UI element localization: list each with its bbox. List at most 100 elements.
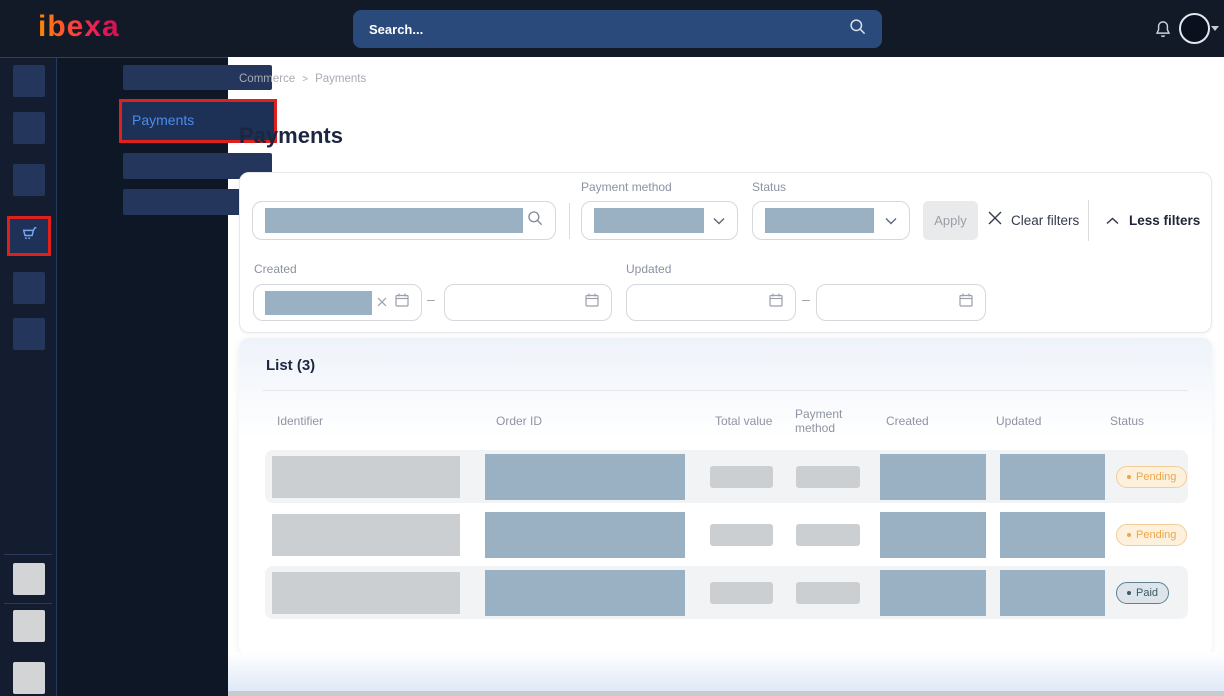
redacted-order-id-cell	[485, 570, 685, 616]
search-icon	[527, 210, 543, 231]
redacted-payment-method-value	[594, 208, 704, 233]
updated-from-date-input[interactable]	[626, 284, 796, 321]
global-search-input[interactable]: Search...	[353, 10, 882, 48]
column-header-created: Created	[886, 414, 929, 428]
top-bar: ibexa Search...	[0, 0, 1224, 57]
breadcrumb-commerce[interactable]: Commerce	[239, 73, 295, 85]
table-row[interactable]: Paid	[265, 566, 1188, 619]
less-filters-button[interactable]: Less filters	[1106, 201, 1200, 240]
redacted-updated-cell	[1000, 512, 1105, 558]
close-icon	[988, 211, 1002, 230]
filter-search-input[interactable]	[252, 201, 556, 240]
clear-filters-label: Clear filters	[1011, 213, 1079, 228]
sidebar-menu-panel: Payments	[57, 57, 228, 696]
rail-item-3[interactable]	[13, 164, 45, 196]
filters-panel: Payment method Status Apply	[239, 172, 1212, 333]
status-select[interactable]	[752, 201, 910, 240]
status-dot-icon	[1127, 591, 1131, 595]
status-dot-icon	[1127, 533, 1131, 537]
app-window: ibexa Search...	[0, 0, 1224, 696]
user-avatar[interactable]	[1179, 13, 1210, 44]
filter-divider	[1088, 200, 1089, 241]
rail-item-6[interactable]	[13, 318, 45, 350]
column-header-total-value: Total value	[715, 414, 772, 428]
column-header-updated: Updated	[996, 414, 1041, 428]
ibexa-logo: ibexa	[38, 10, 120, 44]
calendar-icon[interactable]	[958, 292, 974, 313]
status-badge: Pending	[1116, 524, 1187, 546]
status-badge: Pending	[1116, 466, 1187, 488]
redacted-payment-method-cell	[796, 466, 860, 488]
redacted-updated-cell	[1000, 454, 1105, 500]
status-dot-icon	[1127, 475, 1131, 479]
redacted-payment-method-cell	[796, 582, 860, 604]
rail-item-1[interactable]	[13, 65, 45, 97]
table-row[interactable]: Pending	[265, 450, 1188, 503]
redacted-identifier-cell	[272, 572, 460, 614]
redacted-identifier-cell	[272, 456, 460, 498]
redacted-status-value	[765, 208, 874, 233]
redacted-created-cell	[880, 570, 986, 616]
rail-divider	[4, 554, 52, 555]
redacted-created-from-value	[265, 291, 372, 315]
rail-bottom-item-2[interactable]	[13, 610, 45, 642]
rail-item-commerce[interactable]	[10, 219, 48, 253]
less-filters-label: Less filters	[1129, 213, 1200, 228]
redacted-payment-method-cell	[796, 524, 860, 546]
chevron-down-icon	[713, 212, 725, 230]
calendar-icon[interactable]	[768, 292, 784, 313]
calendar-icon[interactable]	[584, 292, 600, 313]
status-label: Paid	[1136, 587, 1158, 599]
payment-method-select[interactable]	[581, 201, 738, 240]
rail-item-5[interactable]	[13, 272, 45, 304]
redacted-total-value-cell	[710, 524, 773, 546]
status-label: Status	[752, 180, 786, 194]
redacted-order-id-cell	[485, 454, 685, 500]
redacted-created-cell	[880, 454, 986, 500]
created-from-date-input[interactable]	[253, 284, 422, 321]
search-icon	[849, 18, 866, 40]
status-label: Pending	[1136, 471, 1176, 483]
chevron-up-icon	[1106, 212, 1119, 230]
table-body: Pending Pending Paid	[265, 450, 1188, 619]
user-menu-caret-icon[interactable]	[1211, 26, 1219, 31]
redacted-updated-cell	[1000, 570, 1105, 616]
status-badge: Paid	[1116, 582, 1169, 604]
column-header-identifier: Identifier	[277, 414, 323, 428]
chevron-down-icon	[885, 212, 897, 230]
list-title: List (3)	[266, 357, 315, 374]
clear-filters-button[interactable]: Clear filters	[988, 201, 1079, 240]
calendar-icon[interactable]	[394, 292, 410, 313]
rail-divider	[4, 603, 52, 604]
list-divider	[263, 390, 1188, 391]
updated-to-date-input[interactable]	[816, 284, 986, 321]
page-title: Payments	[239, 123, 343, 149]
updated-label: Updated	[626, 262, 671, 276]
redacted-total-value-cell	[710, 582, 773, 604]
redacted-created-cell	[880, 512, 986, 558]
status-label: Pending	[1136, 529, 1176, 541]
breadcrumb: Commerce>Payments	[239, 73, 366, 85]
created-label: Created	[254, 262, 297, 276]
apply-button[interactable]: Apply	[923, 201, 978, 240]
column-header-status: Status	[1110, 414, 1144, 428]
rail-item-2[interactable]	[13, 112, 45, 144]
global-search-placeholder: Search...	[369, 22, 849, 37]
created-to-date-input[interactable]	[444, 284, 612, 321]
clear-date-icon[interactable]	[377, 294, 387, 312]
horizontal-scrollbar[interactable]	[228, 691, 1224, 696]
notifications-bell-icon[interactable]	[1152, 17, 1174, 41]
redacted-order-id-cell	[485, 512, 685, 558]
redacted-search-value	[265, 208, 523, 233]
date-range-separator: –	[802, 291, 810, 307]
redacted-identifier-cell	[272, 514, 460, 556]
page-bottom-gradient	[228, 652, 1224, 691]
rail-bottom-item-3[interactable]	[13, 662, 45, 694]
breadcrumb-payments: Payments	[315, 73, 366, 85]
rail-bottom-item-1[interactable]	[13, 563, 45, 595]
date-input-icons	[377, 292, 410, 313]
filter-divider	[569, 203, 570, 239]
date-range-separator: –	[427, 291, 435, 307]
sidebar-icon-rail	[0, 57, 57, 696]
table-row[interactable]: Pending	[265, 508, 1188, 561]
